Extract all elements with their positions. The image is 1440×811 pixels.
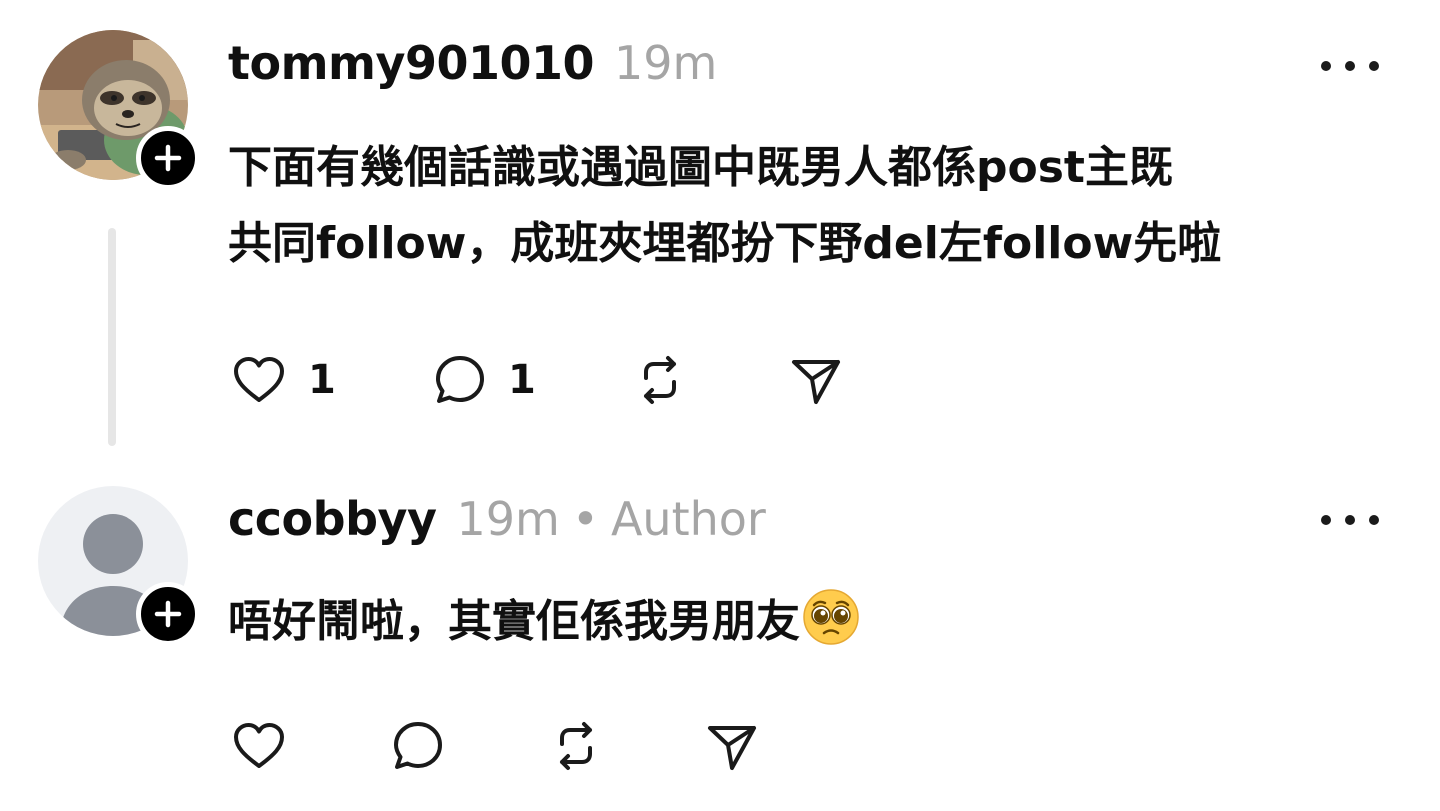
reply-count: 1 (508, 357, 536, 403)
plus-icon (154, 144, 182, 172)
like-button[interactable] (232, 716, 286, 776)
comment-text: 唔好鬧啦，其實佢係我男朋友 (228, 584, 1378, 670)
pleading-face-icon (803, 589, 859, 645)
share-button[interactable] (790, 350, 842, 410)
comment-icon (436, 356, 484, 403)
more-horizontal-icon[interactable] (1318, 54, 1382, 78)
repost-icon (560, 722, 592, 770)
separator-dot: • (571, 492, 599, 546)
thread-line (108, 228, 116, 446)
comment-tommy901010: tommy901010 19m 下面有幾個話識或遇過圖中既男人都係post主既 … (0, 0, 1440, 470)
like-button[interactable]: 1 (232, 350, 336, 410)
follow-button[interactable] (136, 126, 200, 190)
author-badge: Author (610, 492, 766, 546)
more-horizontal-icon[interactable] (1318, 508, 1382, 532)
comment-header: tommy901010 19m (228, 36, 717, 90)
send-icon (708, 726, 756, 770)
username[interactable]: ccobbyy (228, 492, 437, 546)
send-icon (792, 360, 840, 404)
comment-text: 下面有幾個話識或遇過圖中既男人都係post主既 共同follow，成班夾埋都扮下… (228, 142, 1222, 269)
reply-button[interactable] (392, 716, 444, 776)
heart-icon (234, 723, 284, 768)
comment-icon (394, 722, 442, 769)
comment-header: ccobbyy 19m • Author (228, 492, 766, 546)
username[interactable]: tommy901010 (228, 36, 594, 90)
heart-icon (234, 357, 284, 402)
repost-button[interactable] (550, 716, 602, 776)
follow-button[interactable] (136, 582, 200, 646)
share-button[interactable] (706, 716, 758, 776)
comment-ccobbyy: ccobbyy 19m • Author 唔好鬧啦，其實佢係我男朋友 (0, 470, 1440, 811)
comment-text-content: 唔好鬧啦，其實佢係我男朋友 (228, 596, 800, 647)
repost-icon (644, 356, 676, 404)
repost-button[interactable] (634, 350, 686, 410)
pleading-face-emoji (802, 588, 860, 670)
timestamp: 19m (613, 36, 718, 90)
plus-icon (154, 600, 182, 628)
reply-button[interactable]: 1 (434, 350, 536, 410)
timestamp: 19m (456, 492, 560, 546)
like-count: 1 (308, 357, 336, 403)
